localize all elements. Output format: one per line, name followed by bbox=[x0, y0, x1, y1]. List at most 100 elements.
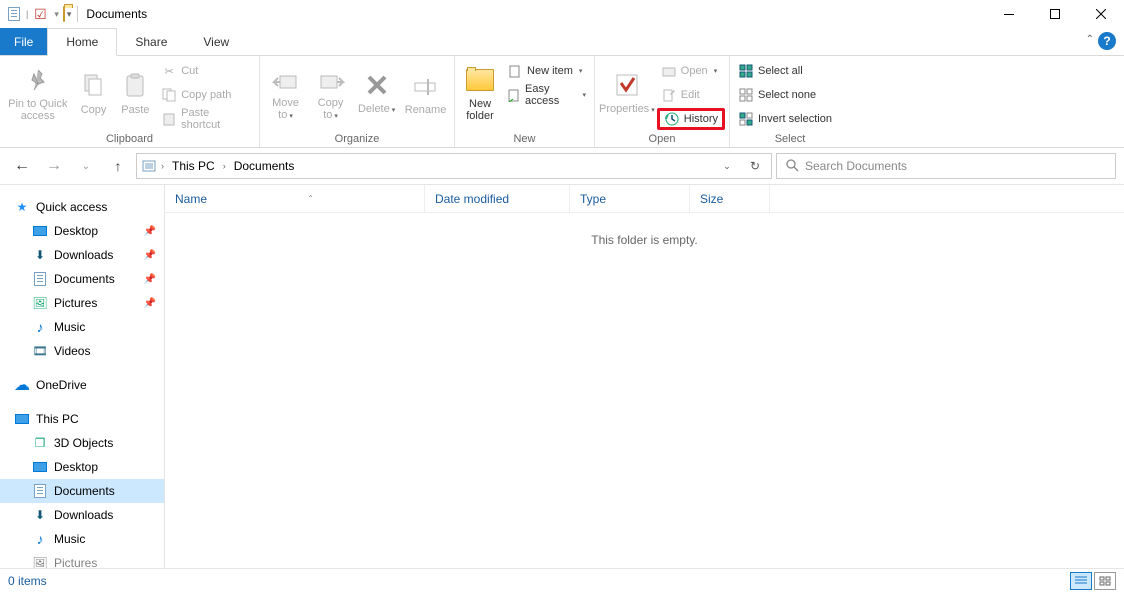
tab-file[interactable]: File bbox=[0, 28, 47, 55]
tab-home[interactable]: Home bbox=[47, 28, 117, 56]
ribbon-collapse-icon[interactable]: ⌃ bbox=[1086, 34, 1094, 45]
new-group-label: New bbox=[455, 133, 594, 147]
column-name[interactable]: Name⌃ bbox=[165, 185, 425, 212]
column-size[interactable]: Size bbox=[690, 185, 770, 212]
empty-folder-message: This folder is empty. bbox=[591, 233, 697, 247]
item-count: 0 items bbox=[8, 574, 47, 588]
up-button[interactable]: ↑ bbox=[104, 152, 132, 180]
select-none-icon bbox=[738, 87, 754, 103]
large-icons-view-button[interactable] bbox=[1094, 572, 1116, 590]
videos-icon: 🎞 bbox=[32, 343, 48, 359]
file-list-area[interactable]: This folder is empty. bbox=[165, 213, 1124, 568]
search-input[interactable] bbox=[805, 159, 1107, 173]
tree-pc-pictures[interactable]: 🖼Pictures bbox=[0, 551, 164, 568]
downloads-icon: ⬇ bbox=[32, 247, 48, 263]
invert-selection-icon bbox=[738, 111, 754, 127]
recent-locations-button[interactable]: ⌄ bbox=[72, 152, 100, 180]
tree-desktop[interactable]: Desktop📌 bbox=[0, 219, 164, 243]
open-button[interactable]: Open▾ bbox=[657, 60, 725, 82]
tree-3d-objects[interactable]: ❒3D Objects bbox=[0, 431, 164, 455]
address-folder-icon bbox=[141, 157, 157, 176]
maximize-button[interactable] bbox=[1032, 0, 1078, 28]
properties-checkbox-icon[interactable]: ☑ bbox=[32, 6, 48, 22]
address-bar[interactable]: › This PC › Documents ⌄ ↻ bbox=[136, 153, 772, 179]
minimize-button[interactable] bbox=[986, 0, 1032, 28]
breadcrumb-folder[interactable]: Documents bbox=[230, 159, 299, 173]
invert-selection-button[interactable]: Invert selection bbox=[734, 108, 836, 130]
documents-icon bbox=[32, 483, 48, 499]
tree-music[interactable]: ♪Music bbox=[0, 315, 164, 339]
paste-shortcut-icon bbox=[161, 111, 177, 127]
column-modified[interactable]: Date modified bbox=[425, 185, 570, 212]
history-icon bbox=[664, 111, 680, 127]
new-item-button[interactable]: New item▾ bbox=[503, 60, 590, 82]
tree-documents[interactable]: Documents📌 bbox=[0, 267, 164, 291]
new-folder-button[interactable]: New folder bbox=[459, 58, 501, 128]
pin-icon: 📌 bbox=[144, 250, 156, 261]
ribbon: Pin to Quick access Copy Paste ✂Cut Copy… bbox=[0, 56, 1124, 148]
pin-icon: 📌 bbox=[144, 298, 156, 309]
tab-view[interactable]: View bbox=[185, 28, 247, 55]
paste-icon bbox=[119, 70, 151, 102]
history-button[interactable]: History bbox=[657, 108, 725, 130]
select-all-button[interactable]: Select all bbox=[734, 60, 836, 82]
select-none-button[interactable]: Select none bbox=[734, 84, 836, 106]
breadcrumb-root[interactable]: This PC bbox=[168, 159, 219, 173]
desktop-icon bbox=[32, 223, 48, 239]
breadcrumb-separator[interactable]: › bbox=[161, 161, 164, 171]
easy-access-button[interactable]: Easy access▾ bbox=[503, 84, 590, 106]
edit-button[interactable]: Edit bbox=[657, 84, 725, 106]
tree-pc-documents[interactable]: Documents bbox=[0, 479, 164, 503]
search-box[interactable] bbox=[776, 153, 1116, 179]
tree-pc-desktop[interactable]: Desktop bbox=[0, 455, 164, 479]
cut-button[interactable]: ✂Cut bbox=[157, 60, 255, 82]
tree-pc-downloads[interactable]: ⬇Downloads bbox=[0, 503, 164, 527]
copy-path-icon bbox=[161, 87, 177, 103]
organize-group-label: Organize bbox=[260, 133, 454, 147]
edit-icon bbox=[661, 87, 677, 103]
help-button[interactable]: ? bbox=[1098, 32, 1116, 50]
tree-quick-access[interactable]: ★Quick access bbox=[0, 195, 164, 219]
copy-path-button[interactable]: Copy path bbox=[157, 84, 255, 106]
tree-thispc[interactable]: This PC bbox=[0, 407, 164, 431]
properties-button[interactable]: Properties▾ bbox=[599, 58, 655, 128]
downloads-icon: ⬇ bbox=[32, 507, 48, 523]
tree-downloads[interactable]: ⬇Downloads📌 bbox=[0, 243, 164, 267]
document-icon[interactable] bbox=[6, 6, 22, 22]
cube-icon: ❒ bbox=[32, 435, 48, 451]
move-to-icon bbox=[270, 63, 302, 95]
close-button[interactable] bbox=[1078, 0, 1124, 28]
tab-share[interactable]: Share bbox=[117, 28, 185, 55]
forward-button[interactable]: → bbox=[40, 152, 68, 180]
pin-to-quick-access-button[interactable]: Pin to Quick access bbox=[4, 58, 72, 128]
open-icon bbox=[661, 63, 677, 79]
paste-button[interactable]: Paste bbox=[115, 58, 155, 128]
copy-button[interactable]: Copy bbox=[74, 58, 114, 128]
copy-icon bbox=[78, 70, 110, 102]
main-area: ★Quick access Desktop📌 ⬇Downloads📌 Docum… bbox=[0, 184, 1124, 568]
refresh-button[interactable]: ↻ bbox=[743, 154, 767, 178]
desktop-icon bbox=[32, 459, 48, 475]
tree-videos[interactable]: 🎞Videos bbox=[0, 339, 164, 363]
back-button[interactable]: ← bbox=[8, 152, 36, 180]
qat-dropdown-icon[interactable]: ▾ bbox=[54, 9, 59, 20]
pin-icon: 📌 bbox=[144, 274, 156, 285]
column-type[interactable]: Type bbox=[570, 185, 690, 212]
tree-onedrive[interactable]: ☁OneDrive bbox=[0, 373, 164, 397]
pictures-icon: 🖼 bbox=[32, 295, 48, 311]
tree-pictures[interactable]: 🖼Pictures📌 bbox=[0, 291, 164, 315]
address-dropdown-button[interactable]: ⌄ bbox=[715, 154, 739, 178]
copy-to-button[interactable]: Copy to▾ bbox=[309, 58, 352, 128]
navigation-pane[interactable]: ★Quick access Desktop📌 ⬇Downloads📌 Docum… bbox=[0, 185, 165, 568]
caret-icon[interactable]: ▾ bbox=[67, 9, 72, 20]
music-icon: ♪ bbox=[32, 319, 48, 335]
tree-pc-music[interactable]: ♪Music bbox=[0, 527, 164, 551]
paste-shortcut-button[interactable]: Paste shortcut bbox=[157, 108, 255, 130]
delete-button[interactable]: Delete▾ bbox=[354, 58, 399, 128]
search-icon bbox=[785, 158, 799, 175]
rename-button[interactable]: Rename bbox=[401, 58, 450, 128]
breadcrumb-separator[interactable]: › bbox=[223, 161, 226, 171]
move-to-button[interactable]: Move to▾ bbox=[264, 58, 307, 128]
details-view-button[interactable] bbox=[1070, 572, 1092, 590]
pin-icon bbox=[22, 64, 54, 96]
